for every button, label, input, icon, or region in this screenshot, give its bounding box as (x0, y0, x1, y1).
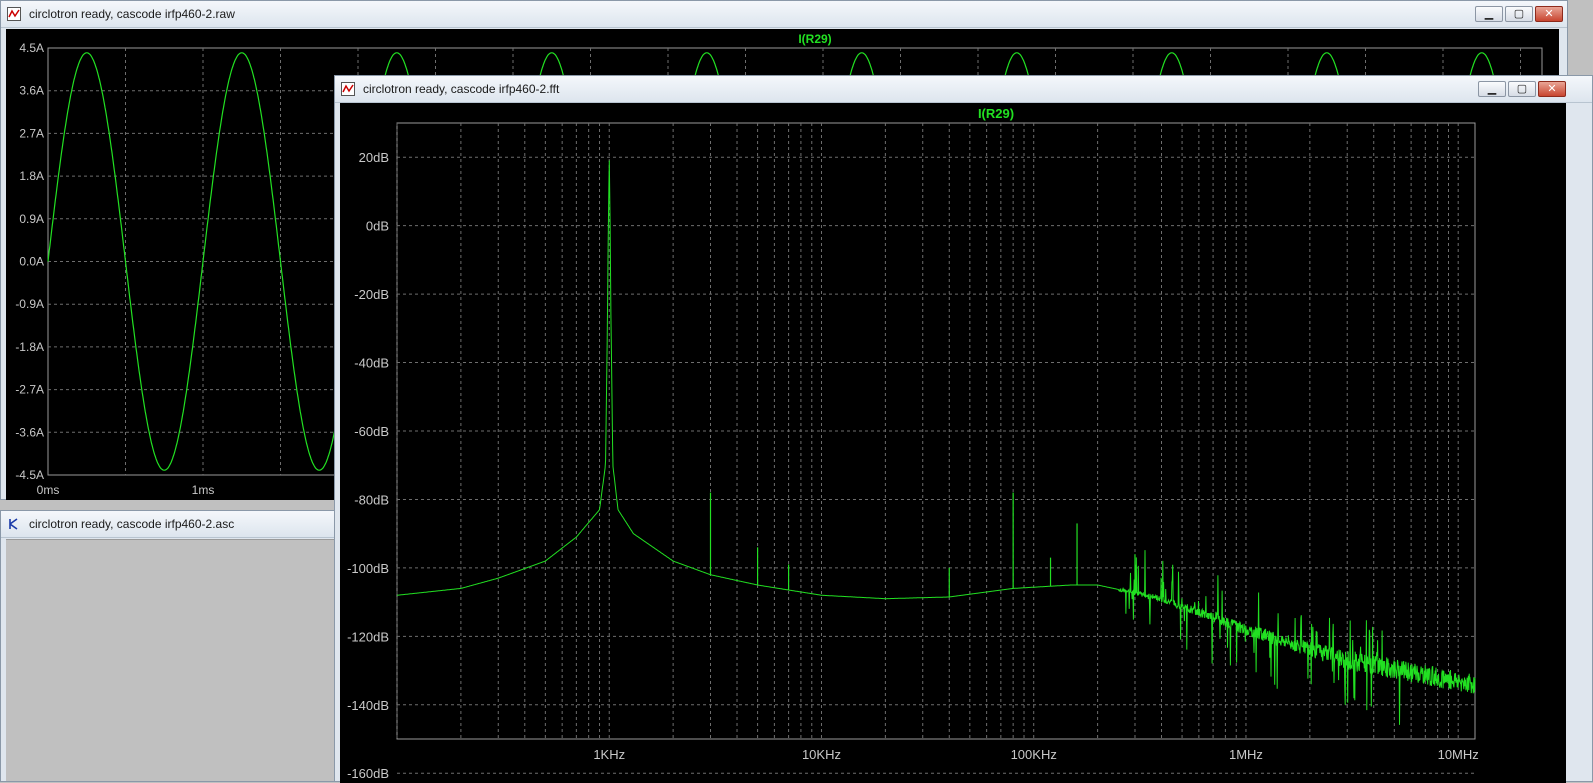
fft-window-titlebar[interactable]: circlotron ready, cascode irfp460-2.fft … (335, 76, 1592, 103)
y-tick-label: 4.5A (19, 41, 44, 55)
y-tick-label: -1.8A (15, 340, 44, 354)
schematic-window[interactable]: circlotron ready, cascode irfp460-2.asc (0, 510, 336, 782)
fft-spectrum-trace (396, 160, 1476, 725)
close-button[interactable]: ✕ (1538, 81, 1566, 97)
y-tick-label: -20dB (354, 287, 389, 302)
y-tick-label: -120dB (347, 629, 389, 644)
schematic-icon (5, 515, 23, 533)
y-tick-label: 0.9A (19, 212, 44, 226)
y-tick-label: -2.7A (15, 383, 44, 397)
waveform-icon (339, 80, 357, 98)
y-tick-label: -0.9A (15, 297, 44, 311)
y-tick-label: -80dB (354, 492, 389, 507)
fft-window[interactable]: circlotron ready, cascode irfp460-2.fft … (334, 75, 1593, 783)
y-tick-label: -140dB (347, 698, 389, 713)
y-tick-label: -60dB (354, 424, 389, 439)
y-tick-label: 20dB (359, 150, 389, 165)
x-tick-label: 1ms (192, 483, 215, 497)
minimize-button[interactable]: ▁ (1478, 81, 1506, 97)
y-tick-label: -4.5A (15, 468, 44, 482)
x-tick-label: 100KHz (1011, 747, 1057, 762)
fft-plot-pane[interactable]: 20dB 0dB -20dB -40dB -60dB -80dB -100dB -120dB -… (340, 103, 1566, 783)
y-tick-label: -160dB (347, 766, 389, 781)
raw-window-title: circlotron ready, cascode irfp460-2.raw (29, 7, 235, 21)
maximize-button[interactable]: ▢ (1508, 81, 1536, 97)
x-tick-label: 1KHz (593, 747, 625, 762)
y-tick-label: 0dB (366, 219, 389, 234)
y-tick-label: 1.8A (19, 169, 44, 183)
y-tick-label: 0.0A (19, 255, 44, 269)
y-tick-label: 3.6A (19, 84, 44, 98)
x-tick-label: 10MHz (1438, 747, 1479, 762)
y-tick-label: -100dB (347, 561, 389, 576)
schematic-window-titlebar[interactable]: circlotron ready, cascode irfp460-2.asc (1, 511, 335, 538)
raw-window-titlebar[interactable]: circlotron ready, cascode irfp460-2.raw … (1, 1, 1567, 28)
x-tick-label: 10KHz (802, 747, 841, 762)
x-tick-label: 0ms (37, 483, 60, 497)
y-tick-label: -3.6A (15, 425, 44, 439)
trace-label: I(R29) (798, 32, 831, 46)
close-button[interactable]: ✕ (1535, 6, 1563, 22)
fft-spectrum-chart[interactable]: 20dB 0dB -20dB -40dB -60dB -80dB -100dB -120dB -… (340, 103, 1566, 783)
minimize-button[interactable]: ▁ (1475, 6, 1503, 22)
waveform-icon (5, 5, 23, 23)
schematic-window-title: circlotron ready, cascode irfp460-2.asc (29, 517, 235, 531)
y-tick-label: 2.7A (19, 126, 44, 140)
schematic-canvas[interactable] (6, 539, 335, 781)
maximize-button[interactable]: ▢ (1505, 6, 1533, 22)
trace-label: I(R29) (978, 106, 1014, 121)
y-tick-label: -40dB (354, 356, 389, 371)
fft-window-title: circlotron ready, cascode irfp460-2.fft (363, 82, 560, 96)
x-tick-label: 1MHz (1229, 747, 1263, 762)
